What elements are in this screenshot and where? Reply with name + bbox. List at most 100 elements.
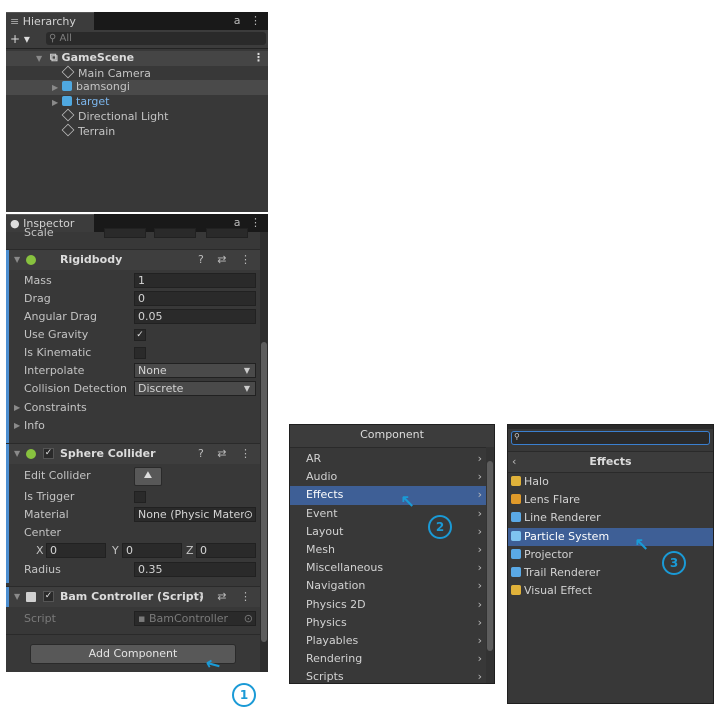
angular-drag-field[interactable]: 0.05 [134,309,256,324]
constraints-row[interactable]: ▶ Constraints [6,399,254,417]
use-gravity-row: Use Gravity ✓ [6,326,254,344]
section-marker [6,444,9,464]
angular-drag-row: Angular Drag 0.05 [6,308,256,326]
is-kinematic-checkbox[interactable] [134,347,146,359]
is-trigger-checkbox[interactable] [134,491,146,503]
menu-item-physics[interactable]: Physics › [290,614,494,632]
top-strip [508,425,713,429]
component-menu-list: AR › Audio › Effects › Event › Layout › Mesh › Misce… [290,448,494,686]
menu-item-navigation[interactable]: Navigation › [290,577,494,595]
hierarchy-toolbar: + ▾ ⚲ All [6,30,268,49]
bam-controller-enable-checkbox[interactable]: ✓ [43,591,54,602]
scene-row[interactable]: ▼ ⧉ GameScene ⋮ [6,51,268,66]
center-x-field[interactable]: 0 [46,543,106,558]
sphere-collider-header[interactable]: ▼ ✓ Sphere Collider ? ⇄ ⋮ [6,443,262,464]
effects-item-line-renderer[interactable]: Line Renderer [508,509,713,527]
interpolate-label: Interpolate [24,364,85,377]
annotation-arrow-2: ↖ [400,492,416,513]
component-menu-icons[interactable]: ? ⇄ ⋮ [198,444,256,464]
info-label: Info [24,419,45,432]
add-button[interactable]: + ▾ [10,30,30,48]
hierarchy-search-input[interactable]: ⚲ All [46,32,266,45]
expand-arrow-icon[interactable]: ▼ [14,587,20,607]
bam-controller-header[interactable]: ▼ ✓ Bam Controller (Script) ? ⇄ ⋮ [6,586,262,607]
menu-item-ar[interactable]: AR › [290,450,494,468]
scale-y-field[interactable] [154,228,196,238]
sphere-collider-title: Sphere Collider [60,447,156,460]
expand-arrow-icon[interactable]: ▶ [52,96,62,111]
scrollbar-thumb[interactable] [487,461,493,651]
edit-collider-button[interactable]: ⛰ [134,467,162,486]
effects-item-particle-system[interactable]: Particle System [508,527,713,546]
menu-item-physics-2d[interactable]: Physics 2D › [290,596,494,614]
scrollbar-thumb[interactable] [261,342,267,642]
menu-item-event[interactable]: Event › [290,505,494,523]
scene-menu-icon[interactable]: ⋮ [253,51,264,66]
hierarchy-item-main-camera[interactable]: Main Camera [6,65,268,81]
menu-item-audio[interactable]: Audio › [290,468,494,486]
component-menu-icons[interactable]: ? ⇄ ⋮ [198,587,256,607]
menu-item-miscellaneous[interactable]: Miscellaneous › [290,559,494,577]
lens-flare-icon [511,494,521,505]
inspector-scrollbar[interactable] [260,232,268,672]
bam-controller-title: Bam Controller (Script) [60,590,204,603]
sphere-collider-enable-checkbox[interactable]: ✓ [43,448,54,459]
menu-item-scripts[interactable]: Scripts › [290,668,494,686]
expand-arrow-icon[interactable]: ▶ [52,81,62,96]
expand-arrow-icon[interactable]: ▼ [14,444,20,464]
scale-x-field[interactable] [104,228,146,238]
hierarchy-item-directional-light[interactable]: Directional Light [6,108,268,124]
info-row[interactable]: ▶ Info [6,417,254,435]
kebab-menu-icon[interactable]: ⋮ [250,14,264,27]
hierarchy-item-terrain[interactable]: Terrain [6,123,268,139]
search-placeholder: All [59,33,72,44]
mass-field[interactable]: 1 [134,273,256,288]
collision-dropdown[interactable]: Discrete ▼ [134,381,256,396]
expand-arrow-icon[interactable]: ▶ [14,399,20,417]
expand-arrow-icon[interactable]: ▼ [36,52,46,67]
menu-item-label: Audio [306,470,338,484]
scale-z-field[interactable] [206,228,248,238]
menu-item-mesh[interactable]: Mesh › [290,541,494,559]
tab-hierarchy[interactable]: ≡ Hierarchy [6,12,94,30]
effects-search-input[interactable]: ⚲ [511,431,710,445]
effects-item-visual-effect[interactable]: Visual Effect [508,582,713,600]
collision-value: Discrete [138,382,184,395]
drag-label: Drag [24,292,51,305]
window-menu[interactable]: a ⋮ [234,12,264,30]
menu-item-playables[interactable]: Playables › [290,632,494,650]
center-xyz-row: X 0 Y 0 Z 0 [6,542,256,560]
expand-arrow-icon[interactable]: ▼ [14,250,20,270]
lock-icon[interactable]: a [234,14,244,27]
use-gravity-label: Use Gravity [24,328,89,341]
chevron-right-icon: › [477,524,482,538]
halo-icon [511,476,521,486]
object-picker-icon[interactable]: ⊙ [243,508,253,521]
menu-item-layout[interactable]: Layout › [290,523,494,541]
hierarchy-item-target[interactable]: ▶ target [6,95,268,110]
effects-item-lens-flare[interactable]: Lens Flare [508,491,713,509]
rigidbody-header[interactable]: ▼ Rigidbody ? ⇄ ⋮ [6,249,262,270]
menu-item-effects[interactable]: Effects › [290,486,494,505]
visual-effect-icon [511,585,521,596]
back-chevron-icon[interactable]: ‹ [512,452,516,472]
effects-item-label: Halo [524,475,549,488]
hierarchy-item-label: Terrain [78,124,116,138]
menu-item-label: AR [306,452,322,465]
search-icon: ⚲ [514,432,520,441]
drag-field[interactable]: 0 [134,291,256,306]
center-y-field[interactable]: 0 [122,543,182,558]
component-menu-icons[interactable]: ? ⇄ ⋮ [198,250,256,270]
center-z-field[interactable]: 0 [196,543,256,558]
expand-arrow-icon[interactable]: ▶ [14,417,20,435]
hierarchy-item-bamsongi[interactable]: ▶ bamsongi [6,80,268,95]
radius-field[interactable]: 0.35 [134,562,256,577]
component-menu-scrollbar[interactable] [486,447,494,683]
material-field[interactable]: None (Physic Mater ⊙ [134,507,256,522]
effects-item-halo[interactable]: Halo [508,473,713,491]
use-gravity-checkbox[interactable]: ✓ [134,329,146,341]
menu-item-rendering[interactable]: Rendering › [290,650,494,668]
effects-title: Effects [589,455,632,468]
script-field: ▪ BamController ⊙ [134,611,256,626]
interpolate-dropdown[interactable]: None ▼ [134,363,256,378]
